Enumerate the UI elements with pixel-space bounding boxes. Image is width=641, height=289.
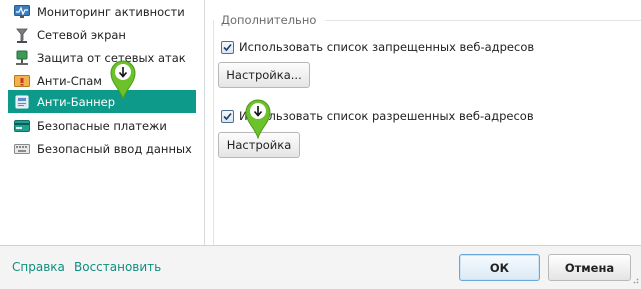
checkmark-icon	[223, 112, 232, 120]
activity-monitor-icon	[13, 4, 31, 20]
group-divider	[213, 20, 214, 245]
sidebar-item-safe-money[interactable]: Безопасные платежи	[8, 114, 196, 137]
dialog-footer: Справка Восстановить ОК Отмена	[0, 245, 641, 289]
annotation-marker-icon	[243, 97, 273, 140]
sidebar-item-activity-monitor[interactable]: Мониторинг активности	[8, 0, 196, 23]
settings-sidebar: Мониторинг активности Сетевой экран Защи…	[0, 0, 205, 245]
keyboard-icon	[13, 141, 31, 157]
sidebar-item-network-attack[interactable]: Защита от сетевых атак	[8, 46, 196, 69]
checkmark-icon	[223, 43, 232, 51]
sidebar-item-anti-banner[interactable]: Анти-Баннер	[8, 90, 196, 113]
sidebar-item-secure-keyboard[interactable]: Безопасный ввод данных	[8, 137, 196, 160]
sidebar-item-label: Безопасный ввод данных	[37, 141, 192, 156]
group-title: Дополнительно	[221, 13, 317, 27]
sidebar-item-label: Сетевой экран	[37, 27, 126, 42]
anti-banner-icon	[13, 94, 31, 110]
restore-link[interactable]: Восстановить	[74, 260, 161, 274]
blocked-list-settings-button[interactable]: Настройка...	[218, 62, 310, 88]
sidebar-item-label: Анти-Баннер	[37, 94, 116, 109]
resize-grip-icon[interactable]	[631, 273, 639, 287]
ok-button[interactable]: ОК	[459, 254, 540, 281]
cancel-button[interactable]: Отмена	[548, 254, 631, 281]
firewall-icon	[13, 27, 31, 43]
sidebar-item-label: Безопасные платежи	[37, 118, 167, 133]
blocked-list-checkbox-row[interactable]: Использовать список запрещенных веб-адре…	[221, 40, 534, 54]
blocked-list-checkbox[interactable]	[221, 40, 234, 54]
annotation-marker-icon	[108, 58, 138, 101]
blocked-list-label: Использовать список запрещенных веб-адре…	[239, 40, 535, 54]
allowed-list-checkbox[interactable]	[221, 109, 234, 123]
network-attack-icon	[13, 50, 31, 66]
safe-money-icon	[13, 118, 31, 134]
help-link[interactable]: Справка	[12, 260, 65, 274]
group-divider	[325, 20, 641, 21]
anti-spam-icon	[13, 73, 31, 89]
sidebar-item-firewall[interactable]: Сетевой экран	[8, 23, 196, 46]
allowed-list-label: Использовать список разрешенных веб-адре…	[239, 109, 534, 123]
sidebar-item-label: Анти-Спам	[37, 73, 102, 88]
sidebar-item-anti-spam[interactable]: Анти-Спам	[8, 69, 196, 92]
sidebar-item-label: Мониторинг активности	[37, 4, 185, 19]
